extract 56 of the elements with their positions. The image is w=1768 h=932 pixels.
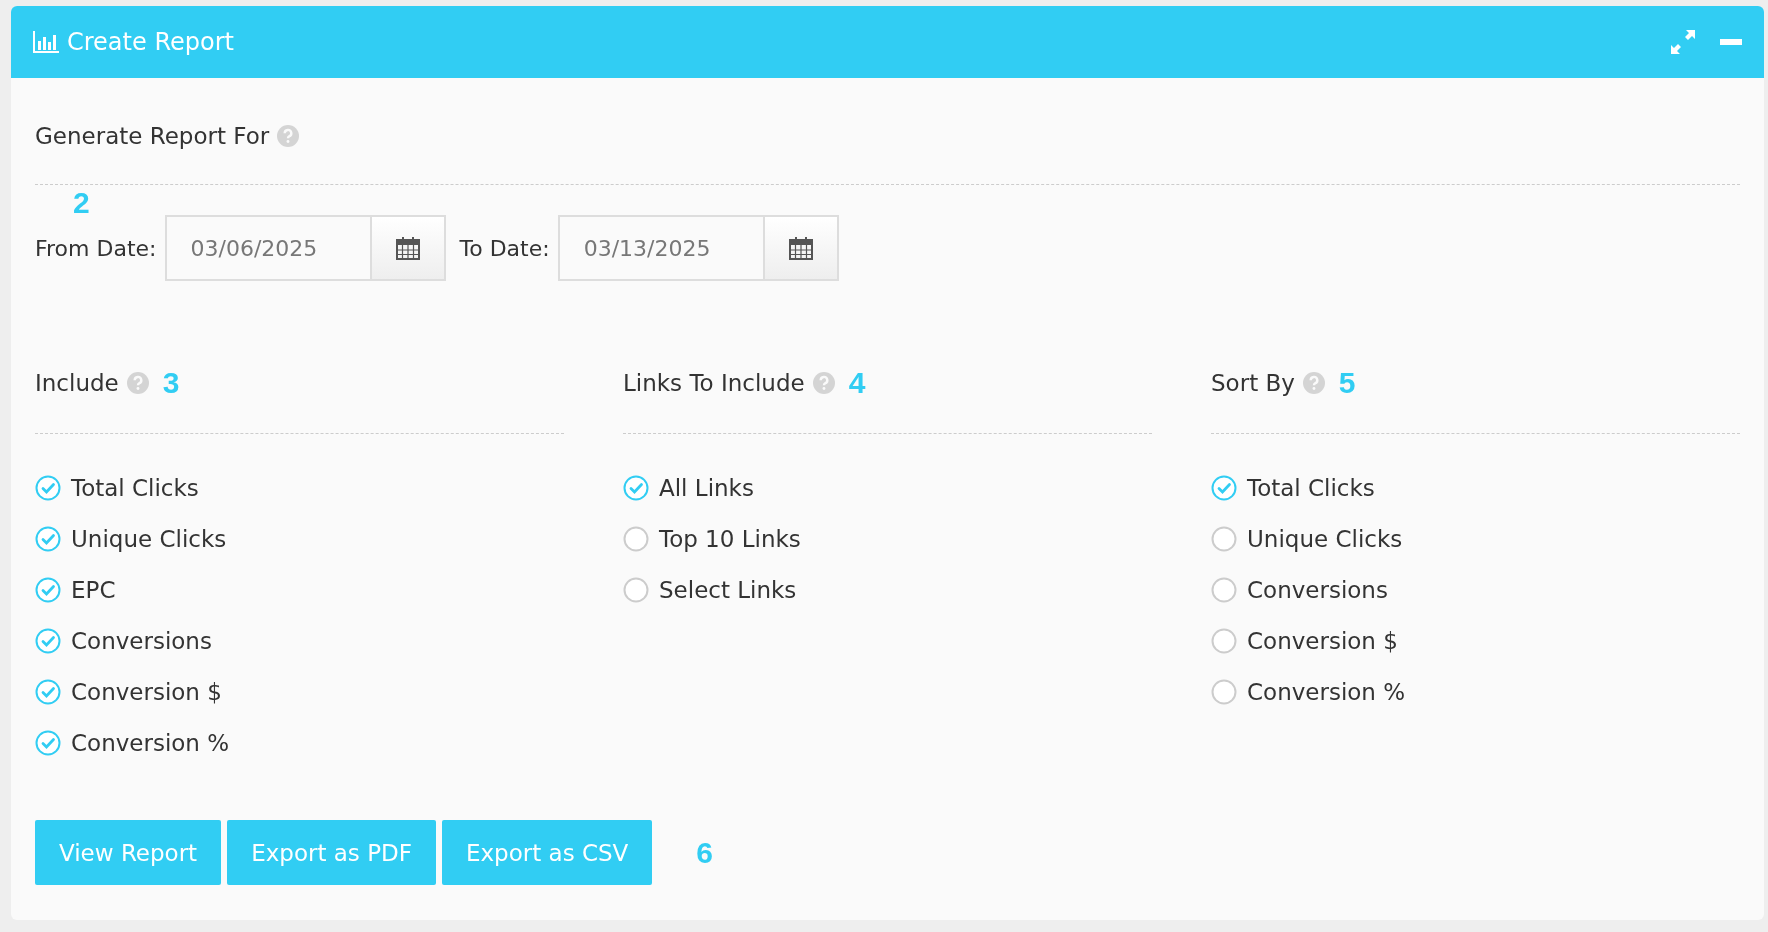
checkbox[interactable]	[35, 729, 61, 756]
expand-icon[interactable]	[1670, 29, 1696, 55]
help-icon[interactable]	[277, 125, 300, 147]
minimize-icon[interactable]	[1720, 39, 1742, 45]
checkbox[interactable]	[35, 474, 61, 501]
calendar-icon	[395, 236, 420, 260]
radio-button[interactable]	[623, 576, 649, 603]
calendar-button[interactable]	[369, 215, 446, 281]
checkbox[interactable]	[35, 525, 61, 552]
annotation-number: 2	[73, 185, 91, 221]
option-label: Conversions	[71, 627, 212, 654]
date-label: From Date:	[35, 235, 157, 261]
panel-title: Create Report	[67, 28, 235, 56]
option-label: All Links	[659, 474, 754, 501]
radio-button[interactable]	[623, 525, 649, 552]
option-label: Select Links	[659, 576, 797, 603]
calendar-icon	[788, 236, 813, 260]
annotation-number: 6	[696, 835, 714, 870]
checkbox[interactable]	[35, 678, 61, 705]
option-label: Top 10 Links	[659, 525, 801, 552]
help-icon[interactable]	[126, 372, 149, 394]
option-label: Conversion $	[1247, 627, 1398, 654]
option-label: EPC	[71, 576, 116, 603]
calendar-button[interactable]	[762, 215, 839, 281]
date-field[interactable]: 03/13/2025	[557, 215, 763, 281]
bar-chart-icon	[33, 31, 59, 53]
date-field[interactable]: 03/06/2025	[164, 215, 370, 281]
radio-button[interactable]	[1211, 525, 1237, 552]
radio-button[interactable]	[1211, 474, 1237, 501]
option-label: Unique Clicks	[71, 525, 227, 552]
option-label: Unique Clicks	[1247, 525, 1403, 552]
help-icon[interactable]	[1302, 372, 1325, 394]
annotation-number: 5	[1338, 366, 1356, 400]
annotation-number: 4	[848, 366, 866, 400]
checkbox[interactable]	[35, 576, 61, 603]
group-title: Include	[35, 370, 119, 396]
action-button[interactable]: Export as PDF	[227, 820, 436, 885]
option-label: Total Clicks	[1247, 474, 1375, 501]
checkbox[interactable]	[35, 627, 61, 654]
radio-button[interactable]	[1211, 678, 1237, 705]
option-label: Conversions	[1247, 576, 1388, 603]
date-label: To Date:	[459, 235, 550, 261]
radio-button[interactable]	[1211, 576, 1237, 603]
radio-button[interactable]	[623, 474, 649, 501]
option-label: Conversion %	[1247, 678, 1406, 705]
group-title: Links To Include	[623, 370, 805, 396]
action-button[interactable]: View Report	[35, 820, 222, 885]
annotation-number: 3	[162, 366, 180, 400]
action-button[interactable]: Export as CSV	[441, 820, 653, 885]
option-label: Total Clicks	[71, 474, 199, 501]
group-title: Sort By	[1211, 370, 1295, 396]
section-label: Generate Report For	[35, 123, 270, 149]
radio-button[interactable]	[1211, 627, 1237, 654]
option-label: Conversion $	[71, 678, 222, 705]
help-icon[interactable]	[812, 372, 835, 394]
option-label: Conversion %	[71, 729, 230, 756]
